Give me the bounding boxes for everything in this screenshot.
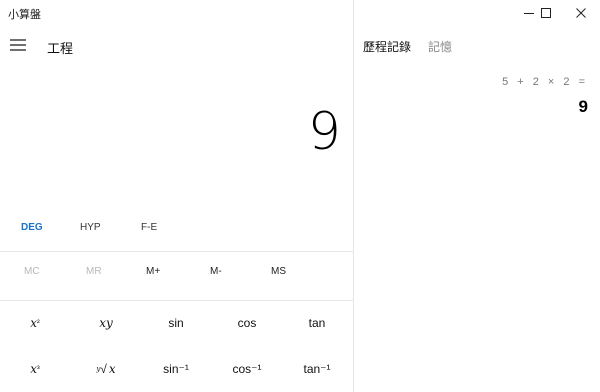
memory-add-button[interactable]: M+ [146,266,160,277]
sin-button[interactable]: sin [141,301,211,345]
function-key-row-2: x³ y √ x sin⁻¹ cos⁻¹ tan⁻¹ [0,347,353,391]
key-label: x [99,316,106,330]
cos-button[interactable]: cos [212,301,282,345]
result-display: 9 [307,102,341,162]
power-button[interactable]: xy [71,301,141,345]
memory-recall-button[interactable]: MR [86,266,102,277]
close-button[interactable] [565,0,597,26]
angle-mode-row: DEG HYP F-E [0,222,353,244]
memory-store-button[interactable]: MS [271,266,286,277]
key-label: x [108,362,116,376]
key-label: x [30,316,38,330]
memory-subtract-button[interactable]: M- [210,266,222,277]
title-bar: 小算盤 [0,0,600,26]
maximize-button[interactable] [530,0,562,26]
tab-history[interactable]: 歷程記錄 [363,38,411,55]
history-panel: 歷程記錄 記憶 5 + 2 × 2 = 9 [354,26,600,392]
cube-button[interactable]: x³ [0,347,70,391]
tab-memory[interactable]: 記憶 [428,38,452,55]
fe-toggle-button[interactable]: F-E [141,222,157,233]
arccos-button[interactable]: cos⁻¹ [212,347,282,391]
function-key-row-1: x² xy sin cos tan [0,301,353,345]
arctan-button[interactable]: tan⁻¹ [282,347,352,391]
key-label: x [30,362,38,376]
mode-title: 工程 [47,41,74,56]
tan-button[interactable]: tan [282,301,352,345]
deg-toggle-button[interactable]: DEG [21,222,43,233]
radical-sign: √ [100,362,107,376]
history-entry-result[interactable]: 9 [579,97,588,117]
hamburger-icon [10,39,26,51]
memory-row: MC MR M+ M- MS [0,266,353,286]
y-root-button[interactable]: y √ x [71,347,141,391]
maximize-icon [541,8,551,18]
arcsin-button[interactable]: sin⁻¹ [141,347,211,391]
history-entry-expression[interactable]: 5 + 2 × 2 = [502,76,588,88]
navigation-menu-button[interactable] [10,38,28,52]
hyp-toggle-button[interactable]: HYP [80,222,101,233]
calculator-panel: 工程 9 DEG HYP F-E MC MR M+ M- MS x² xy si… [0,26,353,392]
square-button[interactable]: x² [0,301,70,345]
close-icon [576,8,586,18]
memory-clear-button[interactable]: MC [24,266,40,277]
window-title: 小算盤 [8,9,41,21]
divider [0,251,353,252]
